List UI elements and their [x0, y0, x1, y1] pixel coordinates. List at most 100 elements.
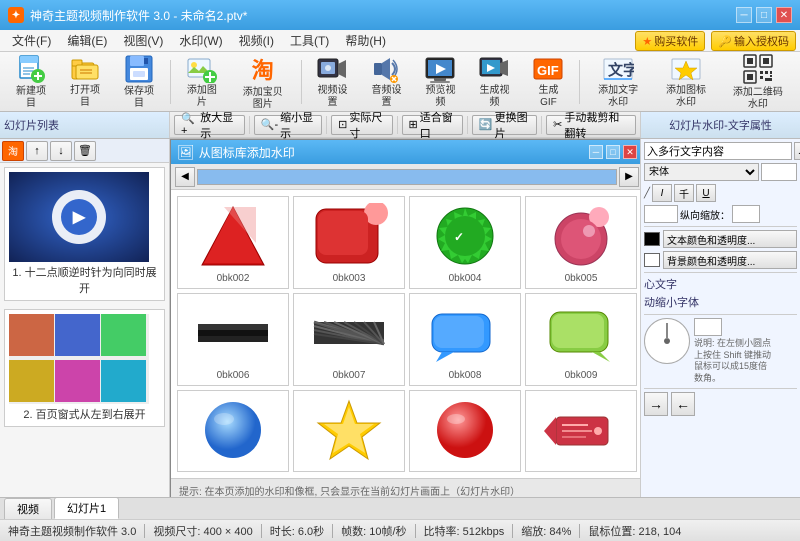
- icon-cell-0bk006[interactable]: 0bk006: [177, 293, 289, 386]
- menu-video[interactable]: 视频(I): [231, 30, 282, 51]
- arrow-left-btn[interactable]: ←: [671, 392, 695, 416]
- app-title: 神奇主题视频制作软件 3.0 - 未命名2.ptv*: [30, 7, 247, 24]
- italic-placeholder: ╱: [644, 188, 650, 199]
- taobao-slide-btn[interactable]: 淘: [2, 141, 24, 161]
- slide-item-2[interactable]: 2. 百页窗式从左到右展开: [4, 309, 165, 427]
- audio-settings-button[interactable]: 音频设置: [361, 56, 411, 108]
- scroll-left-btn[interactable]: ◀: [175, 167, 195, 187]
- fit-button[interactable]: ⊞ 适合窗口: [402, 115, 464, 135]
- actual-size-icon: ⊡: [338, 118, 347, 131]
- add-image-label: 添加图片: [184, 85, 220, 109]
- preview-video-button[interactable]: 预览视频: [415, 56, 465, 108]
- add-text-watermark-icon: 文字: [602, 55, 634, 83]
- dialog-close-btn[interactable]: ✕: [623, 145, 637, 159]
- generate-video-button[interactable]: 生成视频: [469, 56, 519, 108]
- text-color-btn[interactable]: 文本颜色和透明度...: [663, 230, 797, 248]
- icon-cell-blue3d[interactable]: [177, 390, 289, 472]
- icon-cell-0bk008[interactable]: 0bk008: [409, 293, 521, 386]
- icon-0bk009-label: 0bk009: [565, 370, 598, 381]
- slide-tab[interactable]: 幻灯片1: [54, 497, 119, 519]
- icon-0bk008-img: [424, 298, 506, 368]
- icon-0bk007-label: 0bk007: [333, 370, 366, 381]
- arrow-right-btn[interactable]: →: [644, 392, 668, 416]
- zoom-out-icon: 🔍-: [261, 118, 278, 131]
- menu-view[interactable]: 视图(V): [115, 30, 171, 51]
- scroll-right-btn[interactable]: ▶: [619, 167, 639, 187]
- video-settings-icon: [316, 55, 348, 83]
- view-sep5: [541, 116, 542, 134]
- icon-cell-0bk007[interactable]: 0bk007: [293, 293, 405, 386]
- replace-image-button[interactable]: 🔄 更换图片: [472, 115, 537, 135]
- add-icon-watermark-button[interactable]: 添加图标水印: [654, 56, 718, 108]
- icon-cell-redball[interactable]: [409, 390, 521, 472]
- icon-cell-star[interactable]: [293, 390, 405, 472]
- menu-file[interactable]: 文件(F): [4, 30, 59, 51]
- add-image-button[interactable]: 添加图片: [177, 56, 227, 108]
- menu-edit[interactable]: 编辑(E): [59, 30, 115, 51]
- generate-video-label: 生成视频: [476, 85, 512, 109]
- dialog-maximize-btn[interactable]: □: [606, 145, 620, 159]
- slide-item-1[interactable]: ▶ 1. 十二点顺逆时针为向同时展开: [4, 167, 165, 301]
- save-project-button[interactable]: 保存项目: [114, 56, 164, 108]
- scissors-icon: ✂: [553, 118, 562, 131]
- icon-cell-0bk005[interactable]: 0bk005: [525, 196, 637, 289]
- slide-delete-btn[interactable]: 🗑: [74, 141, 96, 161]
- audio-settings-icon: [370, 55, 402, 83]
- svg-text:文字: 文字: [608, 61, 634, 79]
- actual-size-button[interactable]: ⊡ 实际尺寸: [331, 115, 393, 135]
- icon-0bk005-img: [540, 201, 622, 271]
- minimize-button[interactable]: ─: [736, 7, 752, 23]
- font-selector[interactable]: 宋体: [644, 163, 759, 181]
- dialog-minimize-btn[interactable]: ─: [589, 145, 603, 159]
- icon-cell-tag[interactable]: [525, 390, 637, 472]
- zoom-out-button[interactable]: 🔍- 缩小显示: [254, 115, 323, 135]
- new-project-button[interactable]: 新建项目: [6, 56, 56, 108]
- add-text-watermark-button[interactable]: 文字 添加文字水印: [586, 56, 650, 108]
- maximize-button[interactable]: □: [756, 7, 772, 23]
- video-tab[interactable]: 视频: [4, 498, 52, 519]
- icon-cell-0bk009[interactable]: 0bk009: [525, 293, 637, 386]
- bold-btn[interactable]: 千: [674, 184, 694, 202]
- slide-thumb-1: ▶: [9, 172, 149, 262]
- video-settings-button[interactable]: 视频设置: [307, 56, 357, 108]
- font-size-input[interactable]: 16.0: [761, 163, 797, 181]
- rotation-widget[interactable]: [644, 318, 690, 364]
- menu-help[interactable]: 帮助(H): [337, 30, 394, 51]
- underline-btn[interactable]: U: [696, 184, 716, 202]
- menu-watermark[interactable]: 水印(W): [171, 30, 230, 51]
- multiline-text-input[interactable]: [644, 142, 792, 160]
- angle-input[interactable]: 0: [694, 318, 722, 336]
- dialog-icon: 🖼: [177, 144, 195, 161]
- menu-tools[interactable]: 工具(T): [282, 30, 337, 51]
- handcut-button[interactable]: ✂ 手动裁剪和翻转: [546, 115, 636, 135]
- close-button[interactable]: ✕: [776, 7, 792, 23]
- add-qr-watermark-button[interactable]: 添加二维码水印: [722, 56, 794, 108]
- sep2: [301, 60, 302, 104]
- input-code-button[interactable]: 🔑 输入授权码: [711, 31, 796, 51]
- save-project-label: 保存项目: [121, 86, 157, 110]
- add-taobao-button[interactable]: 淘 添加宝贝图片: [231, 56, 295, 108]
- v-scale-input[interactable]: 1.0: [732, 205, 760, 223]
- icon-blue3d-img: [192, 395, 274, 465]
- icon-cell-0bk002[interactable]: 0bk002: [177, 196, 289, 289]
- icon-0bk006-label: 0bk006: [217, 370, 250, 381]
- slide-up-btn[interactable]: ↑: [26, 141, 48, 161]
- heart-text-label: 心文字: [644, 276, 797, 292]
- slide-list-panel: 淘 ↑ ↓ 🗑 ▶ 1. 十二点顺逆时针为向同时展开: [0, 139, 170, 497]
- open-project-button[interactable]: 打开项目: [60, 56, 110, 108]
- italic-btn[interactable]: I: [652, 184, 672, 202]
- h-scale-input[interactable]: 1.0: [644, 205, 678, 223]
- multiline-edit-btn[interactable]: ...: [794, 142, 800, 160]
- purchase-software-button[interactable]: ★ 购买软件: [635, 31, 705, 51]
- slide-down-btn[interactable]: ↓: [50, 141, 72, 161]
- view-sep1: [249, 116, 250, 134]
- view-sep2: [326, 116, 327, 134]
- bg-color-btn[interactable]: 背景颜色和透明度...: [663, 251, 797, 269]
- icon-cell-0bk004[interactable]: ✓ 0bk004: [409, 196, 521, 289]
- zoom-in-button[interactable]: 🔍+ 放大显示: [174, 115, 245, 135]
- status-sep3: [332, 524, 333, 538]
- generate-gif-button[interactable]: GIF 生成 GIF: [523, 56, 573, 108]
- generate-gif-label: 生成 GIF: [530, 85, 566, 109]
- icon-cell-0bk003[interactable]: 0bk003: [293, 196, 405, 289]
- icon-redball-img: [424, 395, 506, 465]
